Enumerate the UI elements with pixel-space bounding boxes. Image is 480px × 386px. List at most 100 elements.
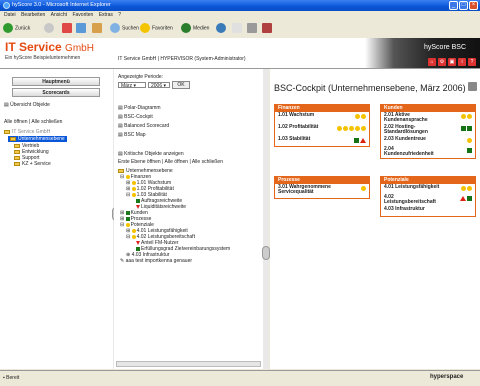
minimize-button[interactable]: _ xyxy=(449,1,458,10)
yellow-status-icon xyxy=(467,138,472,143)
main-menu-button[interactable]: Hauptmenü xyxy=(12,77,100,86)
folder-icon xyxy=(14,161,20,166)
home-nav-icon[interactable]: ⌂ xyxy=(428,58,436,66)
green-status-icon xyxy=(467,196,472,201)
menu-extras[interactable]: Extras xyxy=(99,12,113,18)
search-button[interactable]: Suchen xyxy=(110,23,139,34)
mail-icon xyxy=(232,23,242,33)
home-icon xyxy=(92,23,102,33)
scorecards-button[interactable]: Scorecards xyxy=(12,88,100,97)
bsc-cockpit-link[interactable]: ▤ BSC-Cockpit xyxy=(118,114,153,120)
status-marks xyxy=(336,126,366,133)
kpi-row[interactable]: 1.02 Profitabilität xyxy=(275,124,369,136)
breadcrumb: IT Service GmbH | HYPERVISOR (System-Adm… xyxy=(118,56,246,62)
folder-icon xyxy=(10,136,16,141)
yellow-status-icon xyxy=(355,126,360,131)
tree-aaa-test[interactable]: ✎ aaa test importkenna genauer xyxy=(120,258,192,264)
edit-button[interactable] xyxy=(262,23,274,34)
kpi-row[interactable]: 4.02 Leistungsbereitschaft xyxy=(381,194,475,206)
kpi-row[interactable]: 2.01 Aktive Kundenansprache xyxy=(381,112,475,124)
yellow-status-icon xyxy=(461,114,466,119)
maximize-button[interactable]: □ xyxy=(459,1,468,10)
kpi-row[interactable]: 1.01 Wachstum xyxy=(275,112,369,124)
status-marks xyxy=(460,186,472,193)
kpi-row[interactable]: 2.02 Hosting-Standardlösungen xyxy=(381,124,475,136)
card-kunden: Kunden 2.01 Aktive Kundenansprache 2.02 … xyxy=(380,104,476,159)
refresh-button[interactable] xyxy=(76,23,88,34)
menu-ansicht[interactable]: Ansicht xyxy=(51,12,67,18)
yellow-status-icon xyxy=(125,174,130,179)
period-label: Angezeigte Periode: xyxy=(118,74,164,80)
green-status-icon xyxy=(354,138,359,143)
kpi-row[interactable]: 4.03 Infrastruktur xyxy=(381,206,475,216)
month-select[interactable]: März ▾ xyxy=(118,82,146,89)
status-marks xyxy=(354,114,366,121)
print-icon[interactable] xyxy=(468,82,477,91)
kpi-row[interactable]: 3.01 Wahrgenommene Servicequalität xyxy=(275,184,369,198)
tree-root[interactable]: IT Service GmbH xyxy=(4,129,50,135)
bsc-map-link[interactable]: ▤ BSC Map xyxy=(118,132,146,138)
menu-datei[interactable]: Datei xyxy=(4,12,16,18)
green-status-icon xyxy=(136,246,140,251)
refresh-icon xyxy=(76,23,86,33)
overview-link[interactable]: ▤ Übersicht Objekte xyxy=(4,102,50,108)
kpi-row[interactable]: 2.03 Kundentreue xyxy=(381,136,475,146)
green-status-icon xyxy=(125,210,130,215)
print-button[interactable] xyxy=(247,23,259,34)
yellow-status-icon xyxy=(361,186,366,191)
tree-item-kz-service[interactable]: KZ + Service xyxy=(14,161,51,167)
edit-icon xyxy=(262,23,272,33)
brand-footer: hyperspace xyxy=(430,374,464,380)
expand-collapse-links[interactable]: Alle öffnen | Alle schließen xyxy=(4,119,62,125)
folder-icon xyxy=(118,168,124,173)
horizontal-scrollbar[interactable] xyxy=(116,361,261,367)
status-marks xyxy=(360,186,366,193)
year-select[interactable]: 2006 ▾ xyxy=(148,82,170,89)
home-button[interactable] xyxy=(92,23,104,34)
status-marks xyxy=(459,196,472,203)
close-button[interactable]: × xyxy=(469,1,478,10)
menu-favoriten[interactable]: Favoriten xyxy=(72,12,93,18)
polar-diagram-link[interactable]: ▤ Polar-Diagramm xyxy=(118,105,161,111)
yellow-status-icon xyxy=(131,186,136,191)
menu-bearbeiten[interactable]: Bearbeiten xyxy=(21,12,45,18)
history-button[interactable] xyxy=(216,23,228,34)
mail-button[interactable] xyxy=(232,23,244,34)
splitter-handle[interactable] xyxy=(262,246,270,260)
back-button[interactable]: Zurück xyxy=(3,23,30,34)
forward-button[interactable] xyxy=(44,23,56,34)
page-title: BSC-Cockpit (Unternehmensebene, März 200… xyxy=(274,83,466,93)
card-header: Finanzen xyxy=(275,105,369,112)
kpi-row[interactable]: 1.03 Stabilität xyxy=(275,136,369,146)
green-status-icon xyxy=(461,126,466,131)
yellow-status-icon xyxy=(131,228,136,233)
title-bar: hyScore 3.0 - Microsoft Internet Explore… xyxy=(0,0,480,11)
window-title: hyScore 3.0 - Microsoft Internet Explore… xyxy=(12,2,111,8)
info-icon[interactable]: i xyxy=(458,58,466,66)
green-status-icon xyxy=(136,198,140,203)
kpi-row[interactable]: 4.01 Leistungsfähigkeit xyxy=(381,184,475,194)
menu-help[interactable]: ? xyxy=(118,12,121,18)
red-status-icon xyxy=(136,204,140,209)
favorites-button[interactable]: Favoriten xyxy=(140,23,173,34)
help-icon[interactable]: ? xyxy=(468,58,476,66)
ok-button[interactable]: OK xyxy=(172,81,190,89)
balanced-scorecard-link[interactable]: ▤ Balanced Scorecard xyxy=(118,123,169,129)
stop-button[interactable] xyxy=(62,23,74,34)
green-status-icon xyxy=(467,126,472,131)
level-expand-links[interactable]: Erste Ebene öffnen | Alle öffnen | Alle … xyxy=(118,159,223,165)
critical-objects-link[interactable]: ▤ Kritische Objekte anzeigen xyxy=(118,151,184,157)
yellow-status-icon xyxy=(131,234,136,239)
right-splitter[interactable] xyxy=(262,69,270,369)
yellow-status-icon xyxy=(349,126,354,131)
settings-icon[interactable]: ⚙ xyxy=(438,58,446,66)
green-status-icon xyxy=(467,148,472,153)
kpi-row[interactable]: 2.04 Kundenzufriedenheit xyxy=(381,146,475,158)
green-status-icon xyxy=(125,216,130,221)
stop-icon xyxy=(62,23,72,33)
media-button[interactable]: Medien xyxy=(181,23,209,34)
print-nav-icon[interactable]: ▣ xyxy=(448,58,456,66)
card-prozesse: Prozesse 3.01 Wahrgenommene Servicequali… xyxy=(274,176,370,199)
cockpit-panel: BSC-Cockpit (Unternehmensebene, März 200… xyxy=(270,69,480,369)
tree-item-selected[interactable]: Unternehmensebene xyxy=(8,136,67,142)
